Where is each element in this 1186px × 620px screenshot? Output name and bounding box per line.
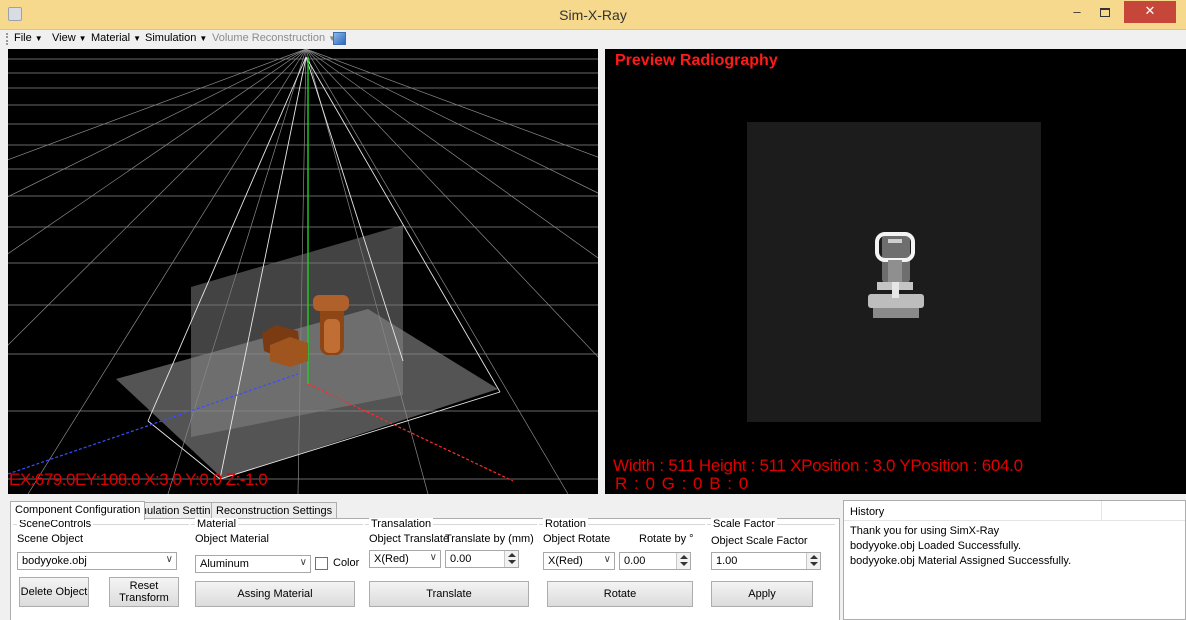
- scene-grid-canvas: [8, 49, 598, 494]
- history-header: History: [844, 501, 1185, 521]
- translate-axis-select[interactable]: X(Red) ∨: [369, 550, 441, 568]
- minimize-button[interactable]: –: [1064, 4, 1090, 24]
- rotate-amount-label: Rotate by °: [639, 533, 694, 545]
- scene-controls-group: SceneControls Scene Object bodyyoke.obj ∨…: [13, 518, 189, 616]
- toolbar-grip[interactable]: [6, 33, 8, 45]
- scene-viewport[interactable]: EX:679.0EY:108.0 X:3.0 Y:0.0 Z:-1.0: [8, 49, 598, 494]
- radiograph-image[interactable]: [747, 122, 1041, 422]
- translate-amount-input[interactable]: 0.00: [445, 550, 519, 568]
- assign-material-button[interactable]: Assing Material: [195, 581, 355, 607]
- history-list: Thank you for using SimX-Ray bodyyoke.ob…: [850, 525, 1071, 570]
- scale-factor-input[interactable]: 1.00: [711, 552, 821, 570]
- scale-label: Object Scale Factor: [711, 535, 808, 547]
- spinner-icon[interactable]: [504, 551, 518, 567]
- menu-bar: File ▼ View ▼ Material ▼ Simulation ▼ Volume…: [0, 30, 1186, 48]
- preview-title: Preview Radiography: [615, 52, 778, 69]
- history-panel[interactable]: History Thank you for using SimX-Ray bod…: [843, 500, 1186, 620]
- scene-object-select[interactable]: bodyyoke.obj ∨: [17, 552, 177, 570]
- viewport-status: EX:679.0EY:108.0 X:3.0 Y:0.0 Z:-1.0: [9, 470, 268, 489]
- preview-dimensions: Width : 511 Height : 511 XPosition : 3.0…: [613, 456, 1023, 475]
- translate-button[interactable]: Translate: [369, 581, 529, 607]
- menu-volume-reconstruction[interactable]: Volume Reconstruction▼: [212, 32, 336, 44]
- material-label: Object Material: [195, 533, 269, 545]
- menu-view[interactable]: View ▼: [52, 32, 87, 44]
- scale-title: Scale Factor: [711, 518, 777, 530]
- radiograph-object: [868, 232, 924, 318]
- translation-group: Transalation Object Translate Translate …: [365, 518, 537, 616]
- tab-component-configuration[interactable]: Component Configuration: [10, 501, 146, 520]
- history-item: bodyyoke.obj Loaded Successfully.: [850, 540, 1022, 552]
- component-configuration-panel: SceneControls Scene Object bodyyoke.obj ∨…: [10, 518, 840, 620]
- chevron-down-icon: ∨: [603, 554, 611, 565]
- image-tool-icon[interactable]: [333, 32, 346, 45]
- material-group: Material Object Material Aluminum ∨ Color…: [191, 518, 363, 616]
- material-select[interactable]: Aluminum ∨: [195, 555, 311, 573]
- translate-amount-label: Translate by (mm): [445, 533, 534, 545]
- title-bar: Sim-X-Ray – ✕: [0, 0, 1186, 30]
- translate-axis-label: Object Translate: [369, 533, 450, 545]
- preview-panel: Preview Radiography Width : 511 Height :…: [605, 49, 1186, 494]
- tab-reconstruction-settings[interactable]: Reconstruction Settings: [211, 502, 338, 519]
- rotate-button[interactable]: Rotate: [547, 581, 693, 607]
- restore-button[interactable]: [1092, 5, 1118, 25]
- translation-title: Transalation: [369, 518, 434, 530]
- window-title: Sim-X-Ray: [559, 7, 627, 23]
- rotate-axis-select[interactable]: X(Red) ∨: [543, 552, 615, 570]
- rotate-amount-input[interactable]: 0.00: [619, 552, 691, 570]
- color-label: Color: [333, 557, 360, 569]
- rotation-title: Rotation: [543, 518, 588, 530]
- rotation-group: Rotation Object Rotate Rotate by ° X(Red…: [539, 518, 705, 616]
- close-button[interactable]: ✕: [1124, 1, 1176, 23]
- material-title: Material: [195, 518, 239, 530]
- menu-file[interactable]: File ▼: [14, 32, 43, 44]
- chevron-down-icon: ∨: [429, 552, 437, 563]
- scene-object-label: Scene Object: [17, 533, 84, 545]
- spinner-icon[interactable]: [806, 553, 820, 569]
- spinner-icon[interactable]: [676, 553, 690, 569]
- menu-material[interactable]: Material ▼: [91, 32, 141, 44]
- scale-group: Scale Factor Object Scale Factor 1.00 Ap…: [707, 518, 835, 616]
- chevron-down-icon: ∨: [299, 557, 307, 568]
- history-column-header[interactable]: History: [844, 501, 1102, 521]
- reset-transform-button[interactable]: Reset Transform: [109, 577, 179, 607]
- preview-rgb: R : 0 G : 0 B : 0: [615, 474, 750, 493]
- history-item: Thank you for using SimX-Ray: [850, 525, 1000, 537]
- delete-object-button[interactable]: Delete Object: [19, 577, 89, 607]
- menu-simulation[interactable]: Simulation ▼: [145, 32, 207, 44]
- color-checkbox[interactable]: [315, 557, 328, 570]
- restore-icon: [1100, 8, 1110, 17]
- history-item: bodyyoke.obj Material Assigned Successfu…: [850, 555, 1072, 567]
- apply-scale-button[interactable]: Apply: [711, 581, 813, 607]
- rotate-axis-label: Object Rotate: [543, 533, 611, 545]
- chevron-down-icon: ∨: [165, 554, 173, 565]
